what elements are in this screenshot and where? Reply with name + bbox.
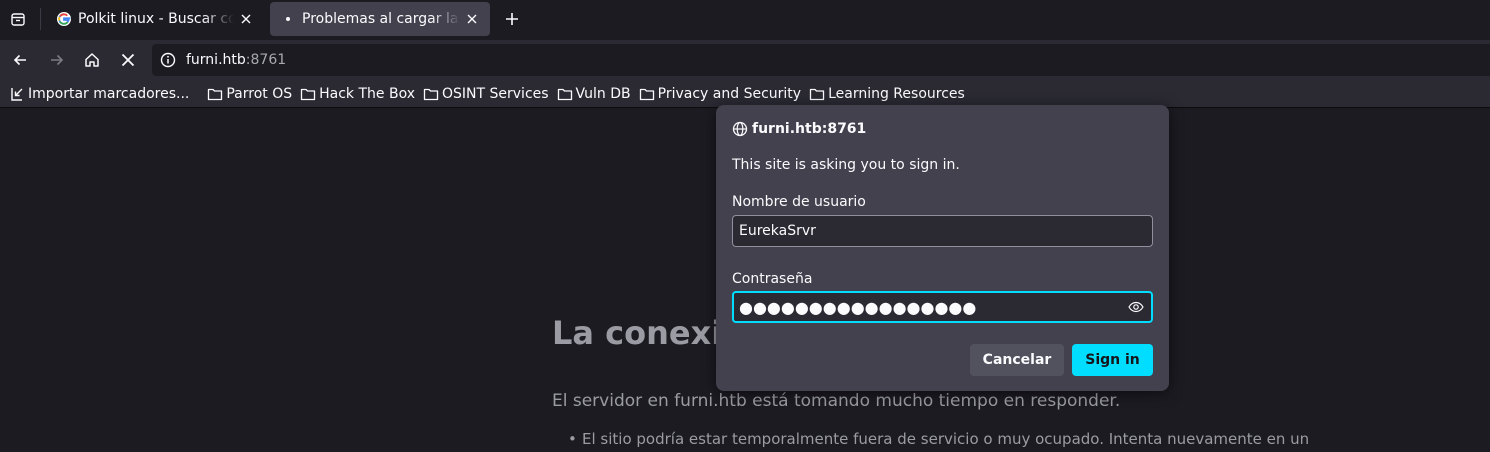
home-icon (85, 53, 99, 67)
tab-separator (40, 8, 41, 30)
forward-arrow-icon (51, 54, 64, 66)
bookmark-folder-vuln-db[interactable]: Vuln DB (553, 82, 635, 106)
bookmark-label: Vuln DB (575, 85, 631, 102)
forward-button[interactable] (43, 46, 71, 74)
sign-in-button[interactable]: Sign in (1072, 344, 1153, 376)
bookmark-folder-osint-services[interactable]: OSINT Services (419, 82, 553, 106)
dialog-origin-text: furni.htb:8761 (752, 121, 867, 137)
dialog-origin: furni.htb:8761 (732, 121, 866, 137)
stop-icon (121, 53, 135, 67)
tab-list-icon (11, 13, 25, 26)
loading-dot-icon (280, 11, 296, 27)
username-label: Nombre de usuario (732, 194, 866, 210)
navigation-toolbar: furni.htb:8761 (0, 40, 1490, 80)
tab-polkit-search[interactable]: Polkit linux - Buscar con Google (46, 2, 264, 36)
bookmark-label: OSINT Services (442, 85, 549, 102)
globe-icon (732, 121, 748, 137)
bookmark-label: Parrot OS (226, 85, 293, 102)
back-button[interactable] (6, 46, 34, 74)
error-description: El servidor en furni.htb está tomando mu… (552, 391, 1121, 411)
folder-icon (423, 86, 439, 102)
tab-error-page[interactable]: Problemas al cargar la página (270, 2, 490, 36)
url-bar[interactable]: furni.htb:8761 (152, 44, 1490, 76)
username-value: EurekaSrvr (739, 223, 816, 239)
stop-button[interactable] (114, 46, 142, 74)
bookmark-folder-parrot-os[interactable]: Parrot OS (203, 82, 296, 106)
back-arrow-icon (13, 54, 26, 66)
tab-strip: Polkit linux - Buscar con Google Problem… (0, 0, 1490, 40)
folder-icon (639, 86, 655, 102)
bookmark-import[interactable]: Importar marcadores... (5, 82, 193, 106)
password-label: Contraseña (732, 271, 813, 287)
tab-list-button[interactable] (4, 6, 32, 32)
site-info-icon[interactable] (154, 46, 182, 74)
dialog-message: This site is asking you to sign in. (732, 157, 960, 173)
url-host: furni.htb (186, 52, 246, 68)
tab-title: Problemas al cargar la página (302, 11, 460, 27)
bookmark-label: Hack The Box (319, 85, 415, 102)
cancel-button[interactable]: Cancelar (970, 344, 1064, 376)
close-tab-icon[interactable] (464, 11, 480, 27)
folder-icon (207, 86, 223, 102)
tab-title: Polkit linux - Buscar con Google (78, 11, 234, 27)
bookmark-label: Privacy and Security (657, 85, 802, 102)
folder-icon (300, 86, 316, 102)
bookmark-folder-learning-resources[interactable]: Learning Resources (805, 82, 969, 106)
close-tab-icon[interactable] (238, 11, 254, 27)
plus-icon (506, 13, 518, 25)
bookmark-label: Importar marcadores... (28, 85, 190, 102)
folder-icon (809, 86, 825, 102)
username-field[interactable]: EurekaSrvr (732, 215, 1153, 247)
bookmark-folder-hack-the-box[interactable]: Hack The Box (296, 82, 419, 106)
import-icon (9, 86, 25, 102)
home-button[interactable] (78, 46, 106, 74)
auth-dialog: furni.htb:8761 This site is asking you t… (716, 105, 1169, 391)
bookmark-folder-privacy-and-security[interactable]: Privacy and Security (635, 82, 805, 106)
reveal-password-icon[interactable] (1126, 297, 1146, 317)
google-icon (56, 11, 72, 27)
bookmark-label: Learning Resources (828, 85, 965, 102)
error-suggestion: El sitio podría estar temporalmente fuer… (582, 430, 1310, 448)
bullet-icon: • (568, 430, 577, 448)
folder-icon (557, 86, 573, 102)
password-field[interactable]: ●●●●●●●●●●●●●●●●● (732, 291, 1153, 323)
password-masked-value: ●●●●●●●●●●●●●●●●● (739, 297, 977, 317)
bookmarks-toolbar: Importar marcadores... Parrot OS Hack Th… (0, 80, 1490, 108)
url-port: :8761 (245, 52, 287, 68)
new-tab-button[interactable] (498, 6, 526, 32)
